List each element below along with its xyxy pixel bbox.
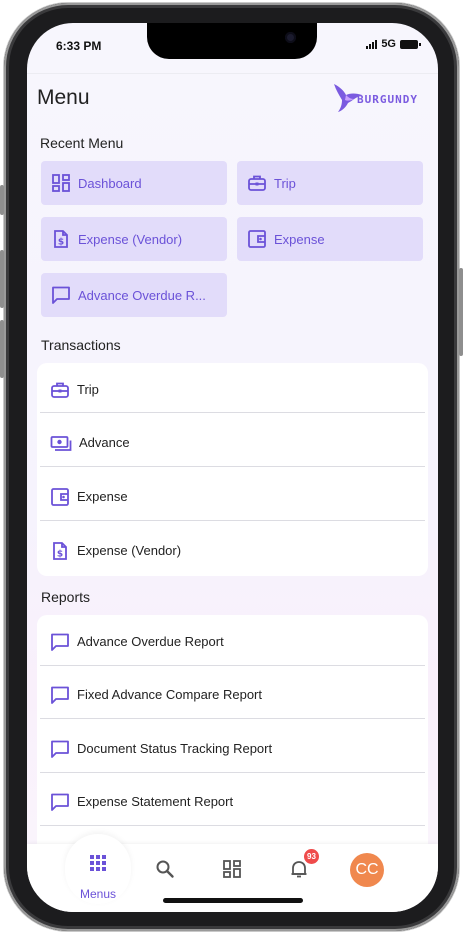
report-item-document-status-tracking[interactable]: Document Status Tracking Report [40,722,425,775]
network-type: 5G [381,38,396,50]
signal-icon [366,39,378,49]
report-item-advance-overdue[interactable]: Advance Overdue Report [40,615,425,668]
report-item-label: Document Status Tracking Report [77,741,273,756]
transaction-item-label: Expense (Vendor) [77,543,182,558]
briefcase-icon [51,382,69,398]
recent-item-label: Dashboard [78,175,142,191]
chat-icon [51,686,69,704]
recent-item-advance-overdue-report[interactable]: Advance Overdue R... [41,273,227,317]
recent-item-label: Expense [274,231,325,247]
chat-icon [51,740,69,758]
chat-icon [52,286,70,304]
transaction-item-label: Advance [79,435,130,450]
status-indicators: 5G [366,38,421,50]
grid-icon [90,855,106,871]
report-item-label: Advance Overdue Report [77,634,224,649]
search-icon[interactable] [155,859,175,879]
recent-menu-title: Recent Menu [40,135,124,151]
header-divider [27,73,438,74]
dashboard-icon[interactable] [222,859,242,879]
dollar-doc-icon: $ [53,541,67,560]
home-indicator [163,898,303,903]
volume-up-button [0,250,4,308]
report-item-label: Expense Statement Report [77,794,234,809]
reports-card: Advance Overdue Report Fixed Advance Com… [37,615,428,855]
row-divider [40,772,425,773]
row-divider [40,825,425,826]
report-item-fixed-advance-compare[interactable]: Fixed Advance Compare Report [40,668,425,721]
recent-item-dashboard[interactable]: Dashboard [41,161,227,205]
chat-icon [51,633,69,651]
briefcase-icon [248,175,266,191]
row-divider [40,520,425,521]
transactions-card: Trip Advance Expense $ Expense (Vendor) [37,363,428,576]
transaction-item-advance[interactable]: Advance [40,416,425,469]
transaction-item-expense-vendor[interactable]: $ Expense (Vendor) [40,524,425,577]
mute-switch [0,185,4,215]
transaction-item-expense[interactable]: Expense [40,470,425,523]
recent-item-label: Trip [274,175,296,191]
svg-text:$: $ [57,549,63,559]
logo-text: BURGUNDY [357,93,418,106]
dollar-doc-icon: $ [54,230,68,248]
front-camera [285,32,296,43]
wallet-icon [248,230,266,248]
chat-icon [51,793,69,811]
burgundy-logo[interactable]: BURGUNDY [332,81,432,113]
svg-text:$: $ [58,238,64,248]
report-item-expense-statement[interactable]: Expense Statement Report [40,775,425,828]
nav-menus-label: Menus [80,887,117,901]
row-divider [40,412,425,413]
notification-badge: 93 [304,849,319,864]
row-divider [40,665,425,666]
recent-item-label: Advance Overdue R... [78,287,206,303]
power-button [459,268,463,356]
reports-title: Reports [41,589,91,605]
recent-item-expense-vendor[interactable]: $ Expense (Vendor) [41,217,227,261]
cash-icon [50,435,72,451]
avatar[interactable]: CC [350,853,384,887]
report-item-label: Fixed Advance Compare Report [77,687,262,702]
battery-icon [400,39,421,49]
page-title: Menu [37,86,90,109]
transaction-item-trip[interactable]: Trip [40,363,425,416]
status-time: 6:33 PM [56,39,102,53]
recent-item-expense[interactable]: Expense [237,217,423,261]
transaction-item-label: Trip [77,382,99,397]
row-divider [40,466,425,467]
recent-item-trip[interactable]: Trip [237,161,423,205]
volume-down-button [0,320,4,378]
app-screen: 6:33 PM 5G Menu BURGUNDY Recent Menu Das… [27,23,438,912]
transaction-item-label: Expense [77,489,128,504]
wallet-icon [51,487,69,506]
dashboard-icon [52,174,70,192]
row-divider [40,718,425,719]
notch [147,23,317,59]
transactions-title: Transactions [41,337,121,353]
recent-item-label: Expense (Vendor) [78,231,183,247]
